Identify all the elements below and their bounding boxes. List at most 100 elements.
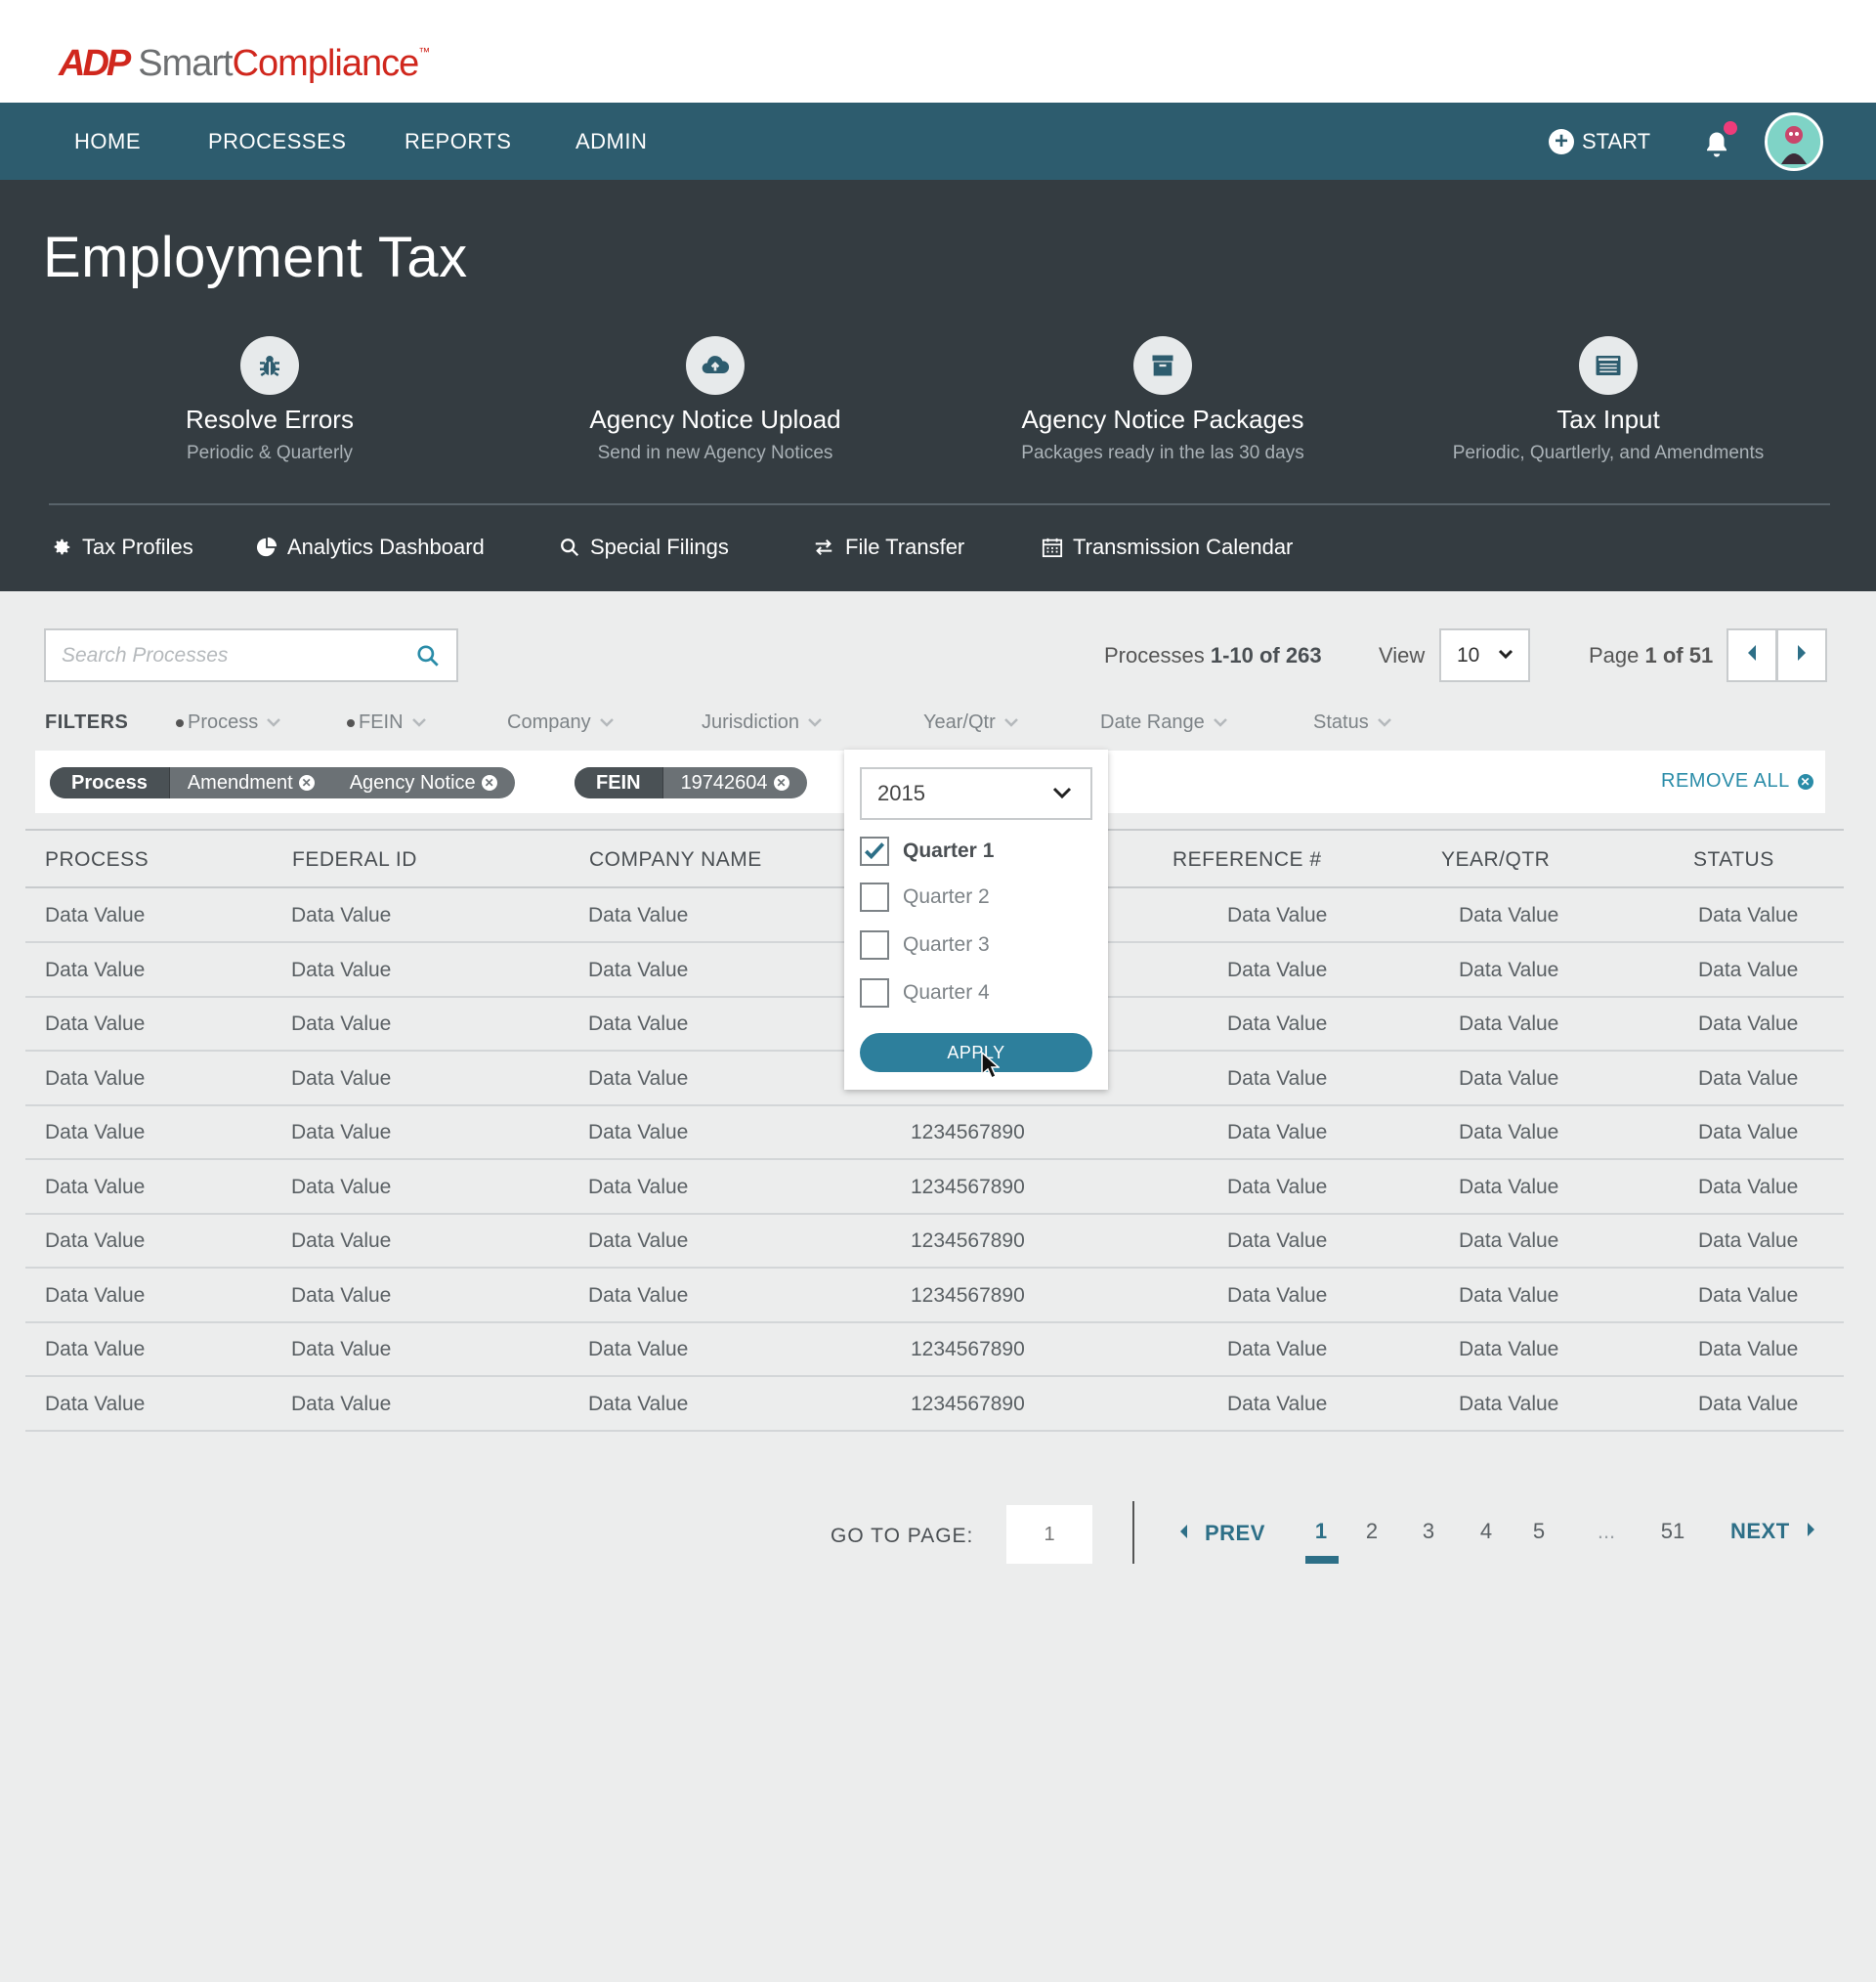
table-cell: Data Value <box>45 1175 146 1198</box>
quarter-3-checkbox[interactable]: Quarter 3 <box>860 929 990 961</box>
filter-fein[interactable]: FEIN <box>347 711 427 734</box>
filter-status[interactable]: Status <box>1313 711 1392 734</box>
archive-box-icon <box>1133 336 1192 395</box>
prev-page-button[interactable] <box>1727 628 1777 682</box>
quarter-label: Quarter 3 <box>903 933 990 956</box>
apply-button[interactable]: APPLY <box>860 1033 1092 1072</box>
year-select[interactable]: 2015 <box>860 767 1092 820</box>
close-circle-icon[interactable]: ✕ <box>773 775 789 791</box>
table-cell: Data Value <box>45 904 146 926</box>
table-cell: Data Value <box>45 1066 146 1090</box>
caret-right-icon <box>1795 643 1809 668</box>
view-page-size-select[interactable]: 10 <box>1439 628 1530 682</box>
page-2-link[interactable]: 2 <box>1352 1519 1391 1544</box>
quarter-label: Quarter 1 <box>903 840 995 862</box>
tile-resolve-errors[interactable]: Resolve Errors Periodic & Quarterly <box>45 336 494 464</box>
filter-label: Date Range <box>1100 711 1205 733</box>
table-cell: Data Value <box>291 1392 392 1415</box>
filter-label: FEIN <box>359 711 404 733</box>
tile-agency-notice-upload[interactable]: Agency Notice Upload Send in new Agency … <box>490 336 940 464</box>
table-cell: Data Value <box>1459 1283 1559 1307</box>
chip-label: Agency Notice <box>349 771 476 794</box>
page-4-link[interactable]: 4 <box>1467 1519 1506 1544</box>
active-dot <box>176 718 184 727</box>
table-row[interactable]: Data Value Data Value Data Value 1234567890… <box>25 1105 1844 1160</box>
view-select-value: 10 <box>1457 644 1480 667</box>
search-input[interactable] <box>46 630 398 680</box>
nav-reports[interactable]: REPORTS <box>405 103 511 180</box>
table-row[interactable]: Data Value Data Value Data Value 1234567890… <box>25 1269 1844 1323</box>
chip-agency-notice[interactable]: Agency Notice ✕ <box>332 772 515 795</box>
table-cell: Data Value <box>1698 1013 1799 1035</box>
user-avatar[interactable] <box>1765 112 1823 171</box>
close-circle-icon[interactable]: ✕ <box>481 775 497 791</box>
filter-date-range[interactable]: Date Range <box>1100 711 1228 734</box>
table-cell: Data Value <box>588 958 689 981</box>
table-row[interactable]: Data Value Data Value Data Value 1234567890… <box>25 1160 1844 1215</box>
link-label: Transmission Calendar <box>1073 535 1294 559</box>
go-to-page-label: GO TO PAGE: <box>831 1525 974 1547</box>
checkbox-unchecked[interactable] <box>860 883 889 912</box>
link-transmission-calendar[interactable]: Transmission Calendar <box>1042 528 1293 567</box>
go-to-page-input[interactable] <box>1006 1505 1092 1564</box>
logo-trademark: ™ <box>418 45 431 59</box>
col-header-year-qtr[interactable]: YEAR/QTR <box>1441 848 1550 872</box>
remove-all-button[interactable]: REMOVE ALL ✕ <box>1661 770 1813 793</box>
col-header-process[interactable]: PROCESS <box>45 848 149 872</box>
tile-agency-notice-packages[interactable]: Agency Notice Packages Packages ready in… <box>938 336 1387 464</box>
page-3-link[interactable]: 3 <box>1409 1519 1448 1544</box>
link-file-transfer[interactable]: File Transfer <box>812 528 964 567</box>
col-header-status[interactable]: STATUS <box>1693 848 1774 872</box>
nav-admin[interactable]: ADMIN <box>576 103 647 180</box>
col-header-federal-id[interactable]: FEDERAL ID <box>292 848 417 872</box>
table-cell: 1234567890 <box>911 1175 1025 1198</box>
nav-processes[interactable]: PROCESSES <box>208 103 346 180</box>
table-cell: Data Value <box>45 1229 146 1252</box>
prev-link[interactable]: PREV <box>1177 1521 1265 1546</box>
page-51-link[interactable]: 51 <box>1653 1519 1692 1544</box>
link-label: Analytics Dashboard <box>287 535 485 559</box>
table-cell: Data Value <box>1459 1229 1559 1252</box>
filter-jurisdiction[interactable]: Jurisdiction <box>702 711 823 734</box>
chip-group-process: Process Amendment ✕ Agency Notice ✕ <box>50 767 515 798</box>
page-5-link[interactable]: 5 <box>1519 1519 1558 1544</box>
checkbox-unchecked[interactable] <box>860 930 889 960</box>
checkbox-checked[interactable] <box>860 837 889 866</box>
table-row[interactable]: Data Value Data Value Data Value 1234567890… <box>25 1322 1844 1377</box>
next-page-button[interactable] <box>1776 628 1827 682</box>
chip-group-head: FEIN <box>575 767 663 798</box>
table-cell: Data Value <box>45 1121 146 1143</box>
chevron-down-icon <box>1497 630 1514 699</box>
bug-icon <box>240 336 299 395</box>
table-cell: Data Value <box>588 1283 689 1307</box>
link-analytics-dashboard[interactable]: Analytics Dashboard <box>256 528 485 567</box>
filter-company[interactable]: Company <box>507 711 615 734</box>
table-cell: Data Value <box>1459 958 1559 981</box>
table-row[interactable]: Data Value Data Value Data Value 1234567890… <box>25 1214 1844 1269</box>
chip-label: 19742604 <box>680 771 768 794</box>
checkbox-unchecked[interactable] <box>860 978 889 1008</box>
chip-amendment[interactable]: Amendment ✕ <box>170 772 332 795</box>
gear-icon <box>51 537 72 558</box>
quarter-4-checkbox[interactable]: Quarter 4 <box>860 977 990 1009</box>
pie-chart-icon <box>256 537 277 558</box>
start-button[interactable]: + START <box>1549 103 1650 180</box>
page-1-link[interactable]: 1 <box>1301 1519 1341 1544</box>
quarter-2-checkbox[interactable]: Quarter 2 <box>860 882 990 913</box>
link-special-filings[interactable]: Special Filings <box>559 528 729 567</box>
col-header-company-name[interactable]: COMPANY NAME <box>589 848 762 872</box>
col-header-reference[interactable]: REFERENCE # <box>1172 848 1322 872</box>
filter-process[interactable]: Process <box>176 711 281 734</box>
tile-tax-input[interactable]: Tax Input Periodic, Quartlerly, and Amen… <box>1384 336 1833 464</box>
table-row[interactable]: Data Value Data Value Data Value 1234567890… <box>25 1377 1844 1432</box>
adp-smartcompliance-logo[interactable]: ADP Smart Compliance ™ <box>59 39 430 88</box>
link-tax-profiles[interactable]: Tax Profiles <box>51 528 193 567</box>
nav-home[interactable]: HOME <box>74 103 141 180</box>
search-icon[interactable] <box>415 643 441 673</box>
next-link[interactable]: NEXT <box>1730 1519 1817 1544</box>
close-circle-icon[interactable]: ✕ <box>298 775 315 791</box>
page-prefix: Page <box>1589 643 1645 668</box>
filter-year-qtr[interactable]: Year/Qtr <box>923 711 1019 734</box>
quarter-1-checkbox[interactable]: Quarter 1 <box>860 836 994 867</box>
chip-fein-value[interactable]: 19742604 ✕ <box>663 772 807 795</box>
